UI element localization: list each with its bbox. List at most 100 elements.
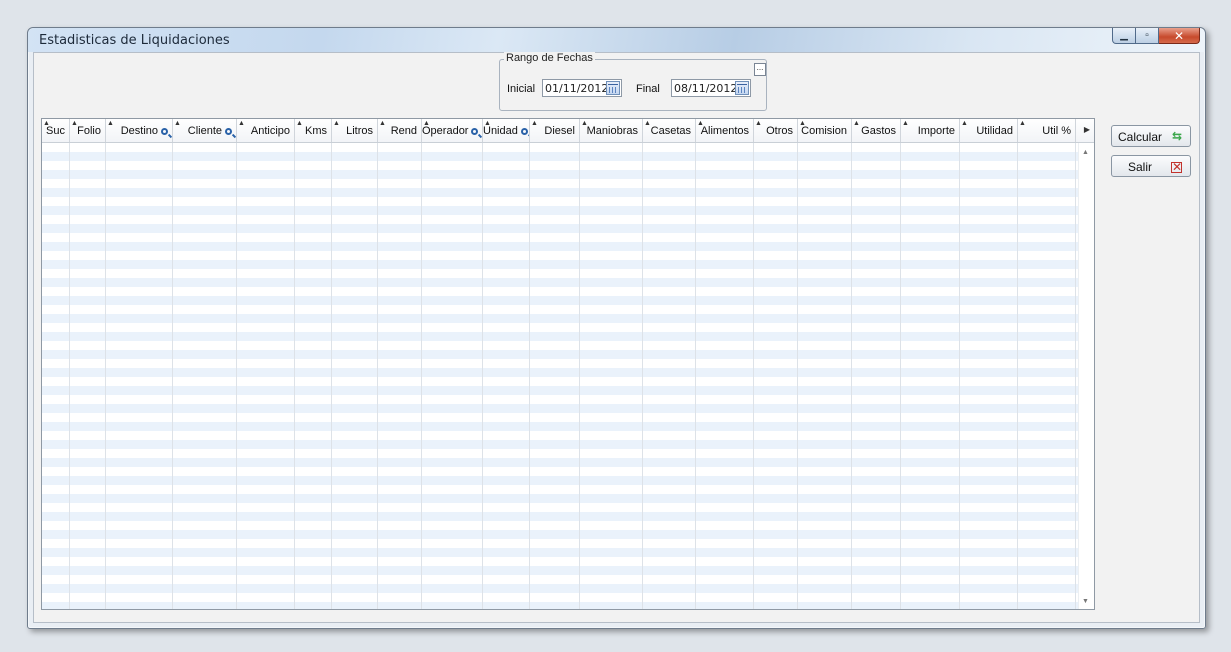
calcular-button[interactable]: Calcular ⇆ <box>1111 125 1191 147</box>
column-header[interactable]: ▲ Folio <box>70 119 106 142</box>
column-header[interactable]: ▲ Casetas <box>643 119 696 142</box>
column-divider <box>1075 143 1076 609</box>
column-header[interactable]: ▲ Diesel <box>530 119 580 142</box>
sort-icon[interactable]: ▲ <box>697 120 704 127</box>
column-divider <box>421 143 422 609</box>
column-header-label: Alimentos <box>700 125 749 137</box>
column-header[interactable]: ▲ Comision <box>798 119 852 142</box>
column-divider <box>695 143 696 609</box>
column-header-label: Comision <box>801 125 847 137</box>
column-header-label: Otros <box>766 125 793 137</box>
column-header[interactable]: ▲ Maniobras <box>580 119 643 142</box>
sort-icon[interactable]: ▲ <box>1019 120 1026 127</box>
sort-icon[interactable]: ▲ <box>902 120 909 127</box>
column-divider <box>900 143 901 609</box>
column-header-label: Gastos <box>861 125 896 137</box>
column-header[interactable]: ▲ Util % <box>1018 119 1076 142</box>
column-header[interactable]: ▲ Gastos <box>852 119 901 142</box>
column-divider <box>105 143 106 609</box>
sort-icon[interactable]: ▲ <box>484 120 491 127</box>
end-date-value: 08/11/2012 <box>674 82 738 95</box>
scroll-down-icon[interactable]: ▼ <box>1082 598 1089 605</box>
search-icon[interactable] <box>520 128 528 135</box>
sort-icon[interactable]: ▲ <box>296 120 303 127</box>
column-divider <box>959 143 960 609</box>
column-header-label: Maniobras <box>586 125 638 137</box>
column-divider <box>797 143 798 609</box>
column-header-label: Util % <box>1042 125 1071 137</box>
column-divider <box>172 143 173 609</box>
date-range-group: Rango de Fechas ... Inicial 01/11/2012 F… <box>499 52 767 111</box>
scroll-right-icon[interactable]: ▶ <box>1084 125 1090 134</box>
scroll-up-icon[interactable]: ▲ <box>1082 149 1089 156</box>
column-header[interactable]: ▲ Alimentos <box>696 119 754 142</box>
column-header[interactable]: ▲ Destino <box>106 119 173 142</box>
column-header[interactable]: ▲ Litros <box>332 119 378 142</box>
column-header-label: Rend <box>390 125 417 137</box>
column-header[interactable]: ▲ Kms <box>295 119 332 142</box>
close-icon: ✕ <box>1171 160 1183 174</box>
start-date-field[interactable]: 01/11/2012 <box>542 79 622 97</box>
close-window-button[interactable]: ✕ <box>1159 28 1200 44</box>
column-divider <box>1017 143 1018 609</box>
table-body[interactable] <box>42 143 1078 609</box>
sort-icon[interactable]: ▲ <box>379 120 386 127</box>
sort-icon[interactable]: ▲ <box>581 120 588 127</box>
sort-icon[interactable]: ▲ <box>43 120 50 127</box>
sort-icon[interactable]: ▲ <box>423 120 430 127</box>
column-divider <box>377 143 378 609</box>
column-header-label: Importe <box>917 125 955 137</box>
column-divider <box>642 143 643 609</box>
sort-icon[interactable]: ▲ <box>853 120 860 127</box>
calcular-label: Calcular <box>1118 130 1163 144</box>
column-header[interactable]: ▲ Cliente <box>173 119 237 142</box>
sort-icon[interactable]: ▲ <box>799 120 806 127</box>
sort-icon[interactable]: ▲ <box>238 120 245 127</box>
title-bar[interactable]: Estadisticas de Liquidaciones ▁ ▫ ✕ <box>28 28 1205 52</box>
column-divider <box>753 143 754 609</box>
start-date-value: 01/11/2012 <box>545 82 609 95</box>
start-date-label: Inicial <box>507 83 536 95</box>
calendar-icon[interactable] <box>606 81 620 95</box>
end-date-field[interactable]: 08/11/2012 <box>671 79 751 97</box>
column-header-label: Casetas <box>650 125 691 137</box>
sort-icon[interactable]: ▲ <box>333 120 340 127</box>
sort-icon[interactable]: ▲ <box>961 120 968 127</box>
window-controls: ▁ ▫ ✕ <box>1112 28 1200 45</box>
search-icon[interactable] <box>161 128 168 135</box>
column-header[interactable]: ▲ Utilidad <box>960 119 1018 142</box>
column-divider <box>579 143 580 609</box>
vertical-scrollbar[interactable]: ▲ ▼ <box>1078 143 1094 609</box>
column-divider <box>331 143 332 609</box>
column-divider <box>529 143 530 609</box>
sort-icon[interactable]: ▲ <box>644 120 651 127</box>
liquidaciones-table[interactable]: ▲ Suc ▲ Folio ▲ Destino ▲ Cliente ▲ Anticipo ▲ Kms ▲… <box>41 118 1095 610</box>
column-header-label: Kms <box>305 125 327 137</box>
salir-label: Salir <box>1128 160 1153 174</box>
search-icon[interactable] <box>471 128 479 135</box>
column-header[interactable]: ▲ Unidad <box>483 119 530 142</box>
sort-icon[interactable]: ▲ <box>107 120 114 127</box>
ellipsis-button[interactable]: ... <box>754 63 766 76</box>
sort-icon[interactable]: ▲ <box>755 120 762 127</box>
search-icon[interactable] <box>225 128 232 135</box>
salir-button[interactable]: Salir ✕ <box>1111 155 1191 177</box>
column-header[interactable]: ▲ Importe <box>901 119 960 142</box>
column-header[interactable]: ▲ Operador <box>422 119 483 142</box>
date-range-label: Rango de Fechas <box>504 52 595 64</box>
column-header-label: Cliente <box>187 125 222 137</box>
maximize-button[interactable]: ▫ <box>1136 28 1159 44</box>
column-divider <box>236 143 237 609</box>
sort-icon[interactable]: ▲ <box>71 120 78 127</box>
column-header[interactable]: ▲ Anticipo <box>237 119 295 142</box>
column-divider <box>851 143 852 609</box>
column-header-label: Diesel <box>544 125 575 137</box>
sort-icon[interactable]: ▲ <box>531 120 538 127</box>
column-header-label: Destino <box>120 125 158 137</box>
column-header[interactable]: ▲ Suc <box>42 119 70 142</box>
calendar-icon[interactable] <box>735 81 749 95</box>
minimize-button[interactable]: ▁ <box>1112 28 1136 44</box>
sort-icon[interactable]: ▲ <box>174 120 181 127</box>
column-header[interactable]: ▲ Rend <box>378 119 422 142</box>
column-header[interactable]: ▲ Otros <box>754 119 798 142</box>
